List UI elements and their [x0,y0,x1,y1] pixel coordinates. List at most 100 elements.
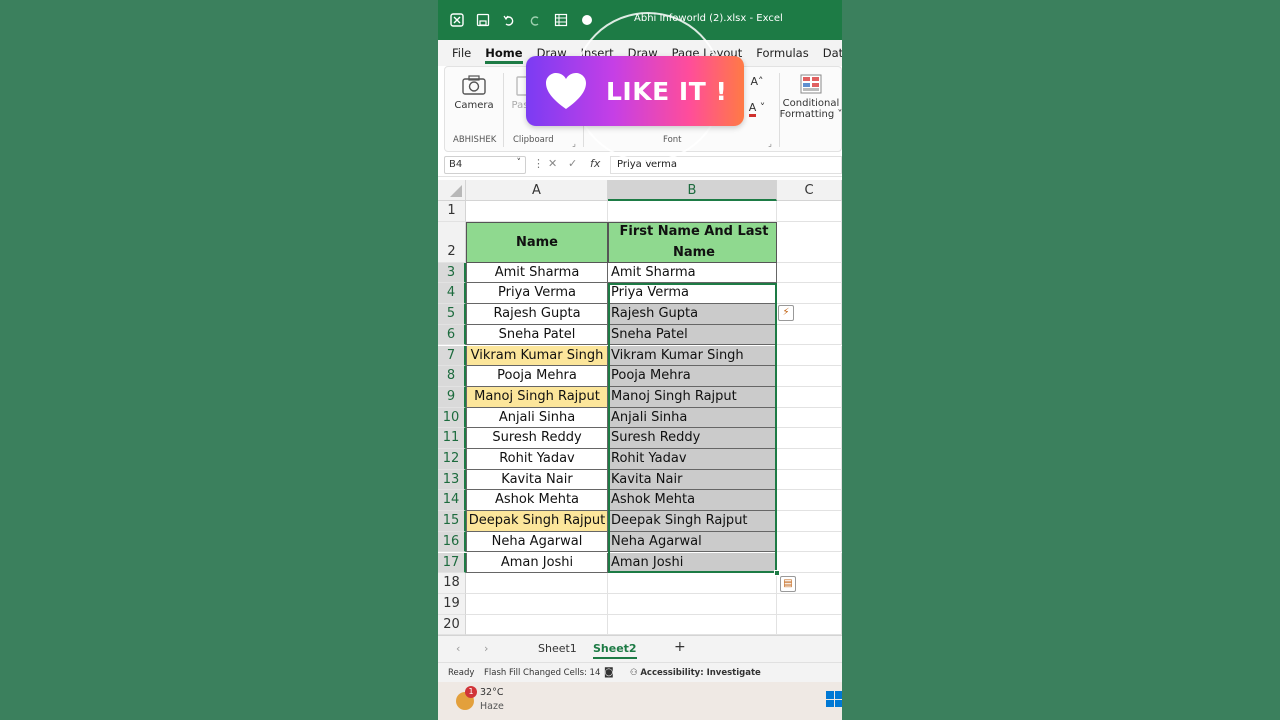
column-header-b[interactable]: B [608,180,777,201]
row-header[interactable]: 18 [438,573,466,594]
tab-sheet1[interactable]: Sheet1 [538,642,577,655]
cell-c[interactable] [777,283,842,305]
cell-a[interactable]: Manoj Singh Rajput [466,386,608,408]
font-launcher-icon[interactable]: ⌟ [765,139,775,148]
cell-a[interactable]: Anjali Sinha [466,407,608,429]
cell-b[interactable]: Kavita Nair [608,469,777,491]
cell-b[interactable]: Ashok Mehta [608,490,777,512]
cell-a[interactable]: Neha Agarwal [466,531,608,553]
cell-a[interactable] [466,573,608,594]
quick-analysis-icon[interactable]: ▤ [780,576,796,592]
cell-b[interactable]: Neha Agarwal [608,531,777,553]
scroll-right-icon[interactable]: › [484,642,488,655]
cell-c[interactable] [777,552,842,574]
cell-c[interactable] [777,386,842,408]
row-header[interactable]: 11 [438,428,466,449]
row-header[interactable]: 1 [438,201,466,222]
cell-c[interactable] [777,469,842,491]
tab-file[interactable]: File [452,46,471,60]
row-header[interactable]: 10 [438,407,466,429]
cell-a[interactable]: Ashok Mehta [466,490,608,512]
row-header[interactable]: 8 [438,366,466,387]
cell-b[interactable] [608,201,777,222]
cell-b[interactable]: Amit Sharma [608,262,777,284]
row-header[interactable]: 20 [438,614,466,636]
cell-b[interactable]: Deepak Singh Rajput [608,511,777,532]
scroll-left-icon[interactable]: ‹ [456,642,460,655]
cell-a[interactable]: Sneha Patel [466,324,608,346]
tab-data[interactable]: Data [823,46,842,60]
clipboard-launcher-icon[interactable]: ⌟ [569,139,579,148]
circle-icon[interactable] [580,13,594,27]
cell-c[interactable] [777,201,842,222]
cell-c[interactable] [777,262,842,284]
row-header[interactable]: 2 [438,221,466,263]
row-header[interactable]: 15 [438,511,466,532]
flash-fill-options-icon[interactable]: ⚡ [778,305,794,321]
form-icon[interactable] [554,13,568,27]
cell-c[interactable] [777,345,842,367]
cell-a[interactable]: Suresh Reddy [466,428,608,449]
row-header[interactable]: 4 [438,283,466,305]
cell-b[interactable]: Aman Joshi [608,552,777,574]
select-all-button[interactable] [438,180,466,201]
cell-a[interactable]: Name [466,221,608,263]
row-header[interactable]: 12 [438,449,466,470]
cell-c[interactable] [777,449,842,470]
cell-a[interactable]: Aman Joshi [466,552,608,574]
cell-a[interactable]: Deepak Singh Rajput [466,511,608,532]
cell-b[interactable]: Vikram Kumar Singh [608,345,777,367]
insert-function-icon[interactable]: fx [590,157,600,170]
tab-sheet2[interactable]: Sheet2 [593,642,637,659]
tab-formulas[interactable]: Formulas [756,46,809,60]
row-header[interactable]: 19 [438,593,466,615]
cell-c[interactable] [777,366,842,387]
redo-icon[interactable] [528,13,542,27]
cell-b[interactable] [608,593,777,615]
cell-b[interactable]: Anjali Sinha [608,407,777,429]
name-box[interactable]: B4 ˅ [444,156,526,174]
cell-a[interactable] [466,593,608,615]
column-header-c[interactable]: C [777,180,842,201]
cell-b[interactable]: First Name And Last Name [608,221,777,263]
cell-c[interactable] [777,428,842,449]
row-header[interactable]: 7 [438,345,466,367]
more-options-icon[interactable]: ⋮ [533,157,544,170]
cell-c[interactable] [777,614,842,636]
enter-icon[interactable]: ✓ [568,157,577,170]
cell-c[interactable] [777,593,842,615]
cell-b[interactable]: Pooja Mehra [608,366,777,387]
row-header[interactable]: 6 [438,324,466,346]
row-header[interactable]: 3 [438,262,466,284]
cell-a[interactable]: Pooja Mehra [466,366,608,387]
cell-b[interactable]: Sneha Patel [608,324,777,346]
cell-b[interactable] [608,614,777,636]
row-header[interactable]: 13 [438,469,466,491]
font-color-icon[interactable]: A ˅ [745,101,769,117]
cell-c[interactable] [777,324,842,346]
save-icon[interactable] [476,13,490,27]
cell-b[interactable]: Rajesh Gupta [608,304,777,325]
cell-c[interactable] [777,531,842,553]
cell-a[interactable]: Amit Sharma [466,262,608,284]
cell-a[interactable]: Vikram Kumar Singh [466,345,608,367]
tab-home[interactable]: Home [485,46,523,64]
row-header[interactable]: 5 [438,304,466,325]
undo-icon[interactable] [502,13,516,27]
windows-start-icon[interactable] [826,691,842,707]
cell-b[interactable]: Manoj Singh Rajput [608,386,777,408]
cell-a[interactable]: Rajesh Gupta [466,304,608,325]
cell-c[interactable] [777,490,842,512]
cell-b[interactable] [608,573,777,594]
cell-c[interactable] [777,407,842,429]
cancel-icon[interactable]: ✕ [548,157,557,170]
accessibility-status[interactable]: ⚇ Accessibility: Investigate [630,668,761,678]
cell-a[interactable]: Priya Verma [466,283,608,305]
row-header[interactable]: 17 [438,552,466,574]
cell-c[interactable] [777,511,842,532]
cell-b[interactable]: Suresh Reddy [608,428,777,449]
cell-a[interactable]: Rohit Yadav [466,449,608,470]
row-header[interactable]: 14 [438,490,466,512]
conditional-formatting-button[interactable]: Conditional Formatting ˅ [779,73,842,120]
cell-a[interactable]: Kavita Nair [466,469,608,491]
